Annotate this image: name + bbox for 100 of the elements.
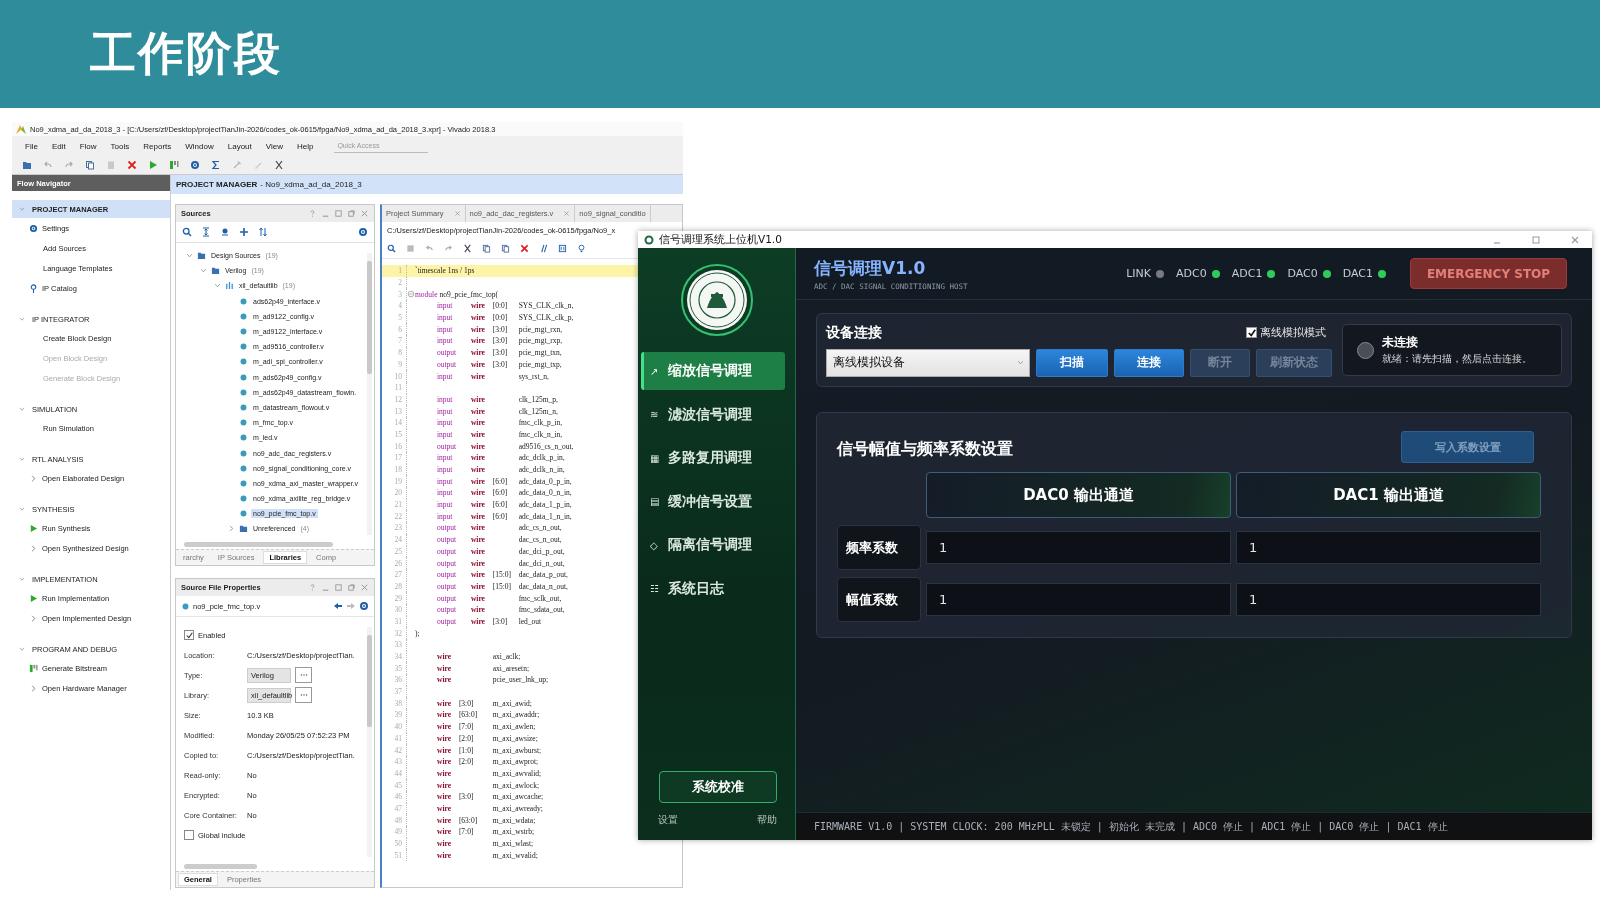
- maximize-icon[interactable]: [1531, 234, 1541, 245]
- app-icon: [16, 124, 26, 134]
- menu-item[interactable]: Layout: [220, 141, 259, 151]
- checkbox[interactable]: [184, 630, 194, 640]
- maximize-icon[interactable]: [334, 209, 343, 218]
- more-button[interactable]: [295, 687, 312, 703]
- footer-link[interactable]: 帮助: [757, 813, 777, 827]
- maximize-icon[interactable]: [334, 583, 343, 592]
- footer-link[interactable]: 设置: [658, 813, 678, 827]
- cross-icon[interactable]: [520, 243, 529, 253]
- redo-icon[interactable]: [64, 160, 74, 170]
- search-icon: [182, 227, 192, 237]
- chevron-icon: [18, 205, 26, 213]
- slide-title: 工作阶段: [90, 25, 282, 82]
- nav-item[interactable]: ◇ 隔离信号调理: [641, 526, 785, 565]
- nav-item[interactable]: ↗ 缩放信号调理: [641, 352, 785, 390]
- close-icon[interactable]: [360, 583, 369, 592]
- device-select[interactable]: 离线模拟设备: [826, 348, 1030, 377]
- indicator-label: DAC0: [1287, 267, 1318, 280]
- menu-item[interactable]: Help: [289, 141, 321, 151]
- back-icon[interactable]: [333, 601, 343, 611]
- project-name: - No9_xdma_ad_da_2018_3: [260, 180, 362, 189]
- float-icon[interactable]: [347, 583, 356, 592]
- coefficient-field[interactable]: 1: [1236, 531, 1541, 564]
- card-title: 信号幅值与频率系数设置: [837, 438, 1013, 460]
- menu-item[interactable]: View: [258, 141, 290, 151]
- nav-item[interactable]: ▤ 缓冲信号设置: [641, 482, 785, 521]
- chevron-icon: [29, 683, 38, 693]
- app-title: 信号调理V1.0: [814, 256, 927, 280]
- menu-item[interactable]: Flow: [72, 141, 104, 151]
- chevron-icon: [18, 315, 26, 323]
- help-icon[interactable]: [308, 583, 317, 592]
- close-icon[interactable]: [1570, 234, 1580, 245]
- gear-icon: [29, 223, 38, 233]
- cross-icon[interactable]: [127, 160, 137, 170]
- coefficient-field[interactable]: 1: [926, 583, 1231, 616]
- close-icon[interactable]: [563, 210, 571, 217]
- paste-icon[interactable]: [501, 243, 510, 253]
- calibrate-button[interactable]: 系统校准: [659, 771, 777, 803]
- comment-icon[interactable]: [539, 243, 548, 253]
- menu-item[interactable]: Window: [178, 141, 221, 151]
- open-icon[interactable]: [22, 160, 32, 170]
- indicator-label: ADC0: [1176, 267, 1207, 280]
- file-icon: [181, 601, 190, 611]
- card-title: 设备连接: [826, 323, 882, 342]
- coefficient-field[interactable]: 1: [926, 531, 1231, 564]
- sort-icon: [258, 227, 268, 237]
- app-icon: [644, 234, 654, 245]
- action-button[interactable]: 连接: [1114, 348, 1184, 377]
- help-icon[interactable]: [308, 209, 317, 218]
- nav-item[interactable]: ≋ 滤波信号调理: [641, 395, 785, 434]
- logo-icon: [680, 264, 753, 336]
- caret-icon: [1016, 358, 1025, 367]
- nav-item[interactable]: ☷ 系统日志: [641, 569, 785, 608]
- play-icon[interactable]: [148, 160, 158, 170]
- block-icon[interactable]: [558, 243, 567, 253]
- undo-icon[interactable]: [43, 160, 53, 170]
- menu-item[interactable]: Reports: [136, 141, 179, 151]
- settings-icon[interactable]: [359, 601, 369, 611]
- settings-icon: [358, 227, 368, 237]
- close-icon[interactable]: [453, 210, 461, 217]
- menu-item[interactable]: File: [18, 141, 45, 151]
- scrollbar[interactable]: [367, 627, 372, 857]
- status-bar-text: FIRMWARE V1.0 | SYSTEM CLOCK: 200 MHzPLL 未锁定 | 初始化 未完成 | ADC0 停止 | ADC1 停止 | DAC0 停止 | DAC1 停止: [814, 819, 1448, 834]
- row-label: 幅值系数: [837, 577, 921, 622]
- more-button[interactable]: [295, 667, 312, 683]
- redo-icon[interactable]: [444, 243, 453, 253]
- copy-icon[interactable]: [482, 243, 491, 253]
- undo-icon[interactable]: [425, 243, 434, 253]
- sigma-icon[interactable]: [211, 160, 221, 170]
- chevron-icon: [18, 405, 26, 413]
- column-header: DAC0 输出通道: [926, 472, 1231, 518]
- chevron-icon: [29, 613, 38, 623]
- indicator-label: ADC1: [1231, 267, 1263, 280]
- row-label: 频率系数: [837, 525, 921, 570]
- window-title: 信号调理系统上位机V1.0: [659, 232, 782, 247]
- checkbox-label: 离线模拟模式: [1260, 325, 1326, 340]
- settings-icon[interactable]: [190, 160, 200, 170]
- coefficient-field[interactable]: 1: [1236, 583, 1541, 616]
- bulb-icon[interactable]: [577, 243, 586, 253]
- checkbox[interactable]: [1246, 327, 1257, 338]
- scrollbar[interactable]: [367, 253, 372, 535]
- chevron-icon: [18, 645, 26, 653]
- collapse-icon: [201, 227, 211, 237]
- save-icon[interactable]: [406, 243, 415, 253]
- checkbox[interactable]: [184, 830, 194, 840]
- close-icon[interactable]: [360, 209, 369, 218]
- nav-item[interactable]: ▦ 多路复用调理: [641, 439, 785, 478]
- chevron-icon: [18, 505, 26, 513]
- play-icon: [29, 523, 38, 533]
- menu-item[interactable]: Tools: [103, 141, 137, 151]
- menu-item[interactable]: Edit: [44, 141, 73, 151]
- copy-icon[interactable]: [85, 160, 95, 170]
- bitstream-icon[interactable]: [169, 160, 179, 170]
- search-icon[interactable]: [387, 243, 396, 253]
- float-icon[interactable]: [347, 209, 356, 218]
- chevron-icon[interactable]: [227, 524, 236, 534]
- action-button[interactable]: 扫描: [1036, 348, 1108, 377]
- add-icon: [239, 227, 249, 237]
- chevron-icon: [29, 543, 38, 553]
